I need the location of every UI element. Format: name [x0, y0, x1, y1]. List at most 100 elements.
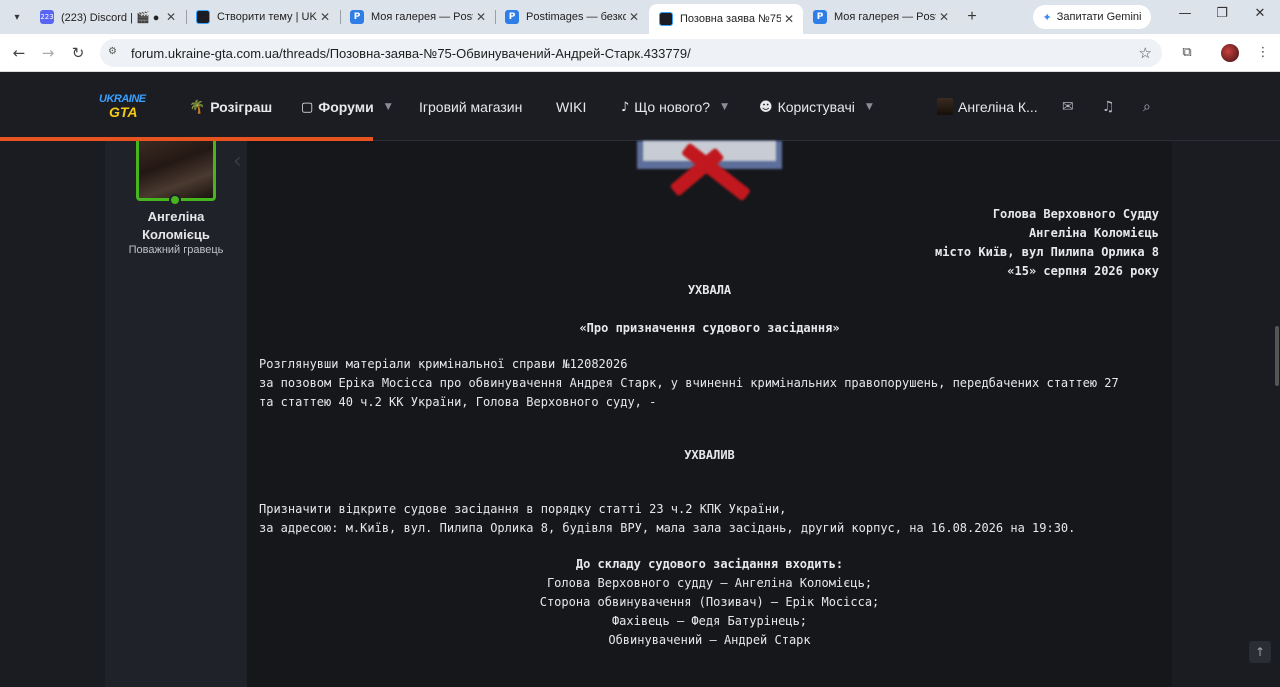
- nav-account[interactable]: Ангеліна К...: [958, 99, 1038, 115]
- scroll-to-top-button[interactable]: ↑: [1249, 641, 1271, 663]
- nav-shop-label: Ігровий магазин: [419, 99, 523, 115]
- doc-paragraph-line: Розглянувши матеріали кримінальної справ…: [259, 357, 628, 371]
- ask-gemini-button[interactable]: ✦ Запитати Gemini: [1033, 5, 1151, 29]
- nav-shop[interactable]: Ігровий магазин: [419, 99, 522, 115]
- tab-close-icon[interactable]: ✕: [317, 10, 333, 24]
- tab-close-icon[interactable]: ✕: [626, 10, 642, 24]
- tab-lawsuit-active[interactable]: Позовна заява №75 ( ✕: [649, 4, 803, 34]
- reload-icon[interactable]: ↻: [68, 43, 88, 63]
- bell-notification-icon[interactable]: ♫: [1102, 99, 1115, 115]
- tab-close-icon[interactable]: ✕: [163, 10, 179, 24]
- doc-paragraph-line: Призначити відкрите судове засідання в п…: [259, 502, 787, 516]
- post-body: Голова Верховного Судду Ангеліна Коломіє…: [247, 141, 1172, 687]
- chevron-down-icon[interactable]: ▼: [385, 102, 392, 112]
- search-icon[interactable]: ⌕: [1143, 99, 1151, 115]
- forward-arrow-icon[interactable]: →: [38, 43, 58, 63]
- palm-tree-icon: 🌴: [189, 99, 206, 115]
- site-settings-icon[interactable]: ⚙: [108, 46, 122, 60]
- postimages-favicon-icon: P: [813, 10, 827, 24]
- site-logo[interactable]: UKRAINE GTA: [99, 93, 149, 123]
- nav-forums[interactable]: ▢ Форуми ▼: [301, 99, 392, 115]
- tab-title: Моя галерея — Postim: [371, 11, 473, 23]
- tab-search-chevron-icon[interactable]: ▾: [6, 7, 28, 27]
- profile-avatar[interactable]: [1221, 44, 1239, 62]
- chat-bubble-icon: ▢: [301, 99, 314, 115]
- tab-close-icon[interactable]: ✕: [473, 10, 489, 24]
- doc-paragraph-line: та статтею 40 ч.2 КК України, Голова Вер…: [259, 395, 657, 409]
- tab-my-gallery-1[interactable]: P Моя галерея — Postim ✕: [340, 4, 495, 30]
- new-tab-plus-icon[interactable]: +: [962, 7, 982, 27]
- doc-header-line: Голова Верховного Судду: [992, 207, 1159, 221]
- chevron-down-icon[interactable]: ▼: [866, 102, 873, 112]
- doc-composition-item: Фахівець – Федя Батурінець;: [611, 614, 808, 628]
- author-name-line1: Ангеліна: [147, 209, 205, 224]
- nav-giveaway[interactable]: 🌴 Розіграш: [189, 99, 272, 115]
- author-name-line2: Коломієць: [142, 227, 210, 242]
- nav-account-label: Ангеліна К...: [958, 99, 1038, 115]
- postimages-favicon-icon: P: [505, 10, 519, 24]
- tab-title: Postimages — безкош: [526, 11, 626, 23]
- close-window-icon[interactable]: ✕: [1245, 6, 1275, 26]
- nav-wiki[interactable]: WIKI: [556, 99, 586, 115]
- bookmark-star-icon[interactable]: ☆: [1139, 44, 1152, 62]
- bell-icon: ♪: [621, 99, 630, 115]
- extensions-puzzle-icon[interactable]: ⧉: [1177, 43, 1197, 63]
- envelope-icon[interactable]: ✉: [1062, 99, 1074, 115]
- page-content: Ангеліна Коломієць Поважний гравець ‹ Го…: [0, 141, 1280, 687]
- ask-gemini-label: Запитати Gemini: [1056, 11, 1142, 23]
- account-avatar[interactable]: [937, 98, 953, 115]
- doc-title-subject: «Про призначення судового засідання»: [579, 321, 840, 335]
- attached-image-fragment[interactable]: [637, 141, 782, 202]
- author-user-title: Поважний гравець: [128, 244, 224, 256]
- browser-tabstrip: ▾ 223 (223) Discord | 🎬 ● ✕ Створити тем…: [0, 0, 1280, 34]
- tab-close-icon[interactable]: ✕: [781, 12, 797, 26]
- browser-toolbar: ← → ↻ ⚙ forum.ukraine-gta.com.ua/threads…: [0, 34, 1280, 72]
- doc-title-decided: УХВАЛИВ: [684, 448, 735, 462]
- online-status-icon: [169, 194, 181, 206]
- back-arrow-icon[interactable]: ←: [9, 43, 29, 63]
- scrollbar-thumb[interactable]: [1275, 326, 1279, 386]
- doc-composition-item: Сторона обвинувачення (Позивач) – Ерік М…: [539, 595, 880, 609]
- post-author-sidebar: Ангеліна Коломієць Поважний гравець: [105, 141, 247, 687]
- tab-postimages[interactable]: P Postimages — безкош ✕: [495, 4, 648, 30]
- tab-close-icon[interactable]: ✕: [936, 10, 952, 24]
- minimize-icon[interactable]: —: [1170, 6, 1200, 26]
- tab-title: (223) Discord | 🎬 ●: [61, 11, 160, 24]
- post-arrow-icon: ‹: [233, 149, 242, 174]
- site-header: UKRAINE GTA 🌴 Розіграш ▢ Форуми ▼ Ігрови…: [0, 73, 1280, 141]
- ukraine-gta-favicon-icon: [196, 10, 210, 24]
- doc-composition-item: Голова Верховного судду – Ангеліна Колом…: [546, 576, 873, 590]
- nav-users-label: Користувачі: [777, 99, 855, 115]
- url-text: forum.ukraine-gta.com.ua/threads/Позовна…: [131, 45, 691, 61]
- postimages-favicon-icon: P: [350, 10, 364, 24]
- doc-header-line: місто Київ, вул Пилипа Орлика 8: [935, 245, 1159, 259]
- nav-forums-label: Форуми: [318, 99, 374, 115]
- page-scrollbar[interactable]: [1274, 141, 1280, 687]
- gemini-sparkle-icon: ✦: [1042, 10, 1052, 24]
- browser-menu-icon[interactable]: ⋮: [1253, 43, 1273, 63]
- address-bar[interactable]: ⚙ forum.ukraine-gta.com.ua/threads/Позов…: [100, 39, 1162, 67]
- doc-paragraph-line: за позовом Еріка Мосісса про обвинувачен…: [259, 376, 1119, 390]
- doc-header-line: Ангеліна Коломієць: [1028, 226, 1159, 240]
- author-name[interactable]: Ангеліна Коломієць: [105, 208, 247, 244]
- author-avatar[interactable]: [136, 141, 216, 201]
- tab-title: Позовна заява №75 (: [680, 13, 781, 25]
- tab-title: Моя галерея — Postim: [834, 11, 936, 23]
- tab-create-topic[interactable]: Створити тему | UKRAI ✕: [186, 4, 339, 30]
- restore-window-icon[interactable]: ❐: [1207, 6, 1237, 26]
- tab-discord[interactable]: 223 (223) Discord | 🎬 ● ✕: [30, 4, 185, 30]
- doc-composition-title: До складу судового засідання входить:: [575, 557, 844, 571]
- logo-bottom-text: GTA: [109, 104, 138, 120]
- nav-users[interactable]: ☻ Користувачі ▼: [759, 99, 873, 115]
- tab-my-gallery-2[interactable]: P Моя галерея — Postim ✕: [803, 4, 958, 30]
- doc-paragraph-line: за адресою: м.Київ, вул. Пилипа Орлика 8…: [259, 521, 1076, 535]
- doc-composition-item: Обвинувачений – Андрей Старк: [608, 633, 811, 647]
- chevron-down-icon[interactable]: ▼: [721, 102, 728, 112]
- nav-wiki-label: WIKI: [556, 99, 587, 115]
- nav-whats-new[interactable]: ♪ Що нового? ▼: [621, 99, 728, 115]
- doc-header-line: «15» серпня 2026 року: [1007, 264, 1159, 278]
- users-group-icon: ☻: [759, 99, 773, 115]
- ukraine-gta-favicon-icon: [659, 12, 673, 26]
- tab-title: Створити тему | UKRAI: [217, 11, 317, 23]
- doc-title-resolution: УХВАЛА: [687, 283, 732, 297]
